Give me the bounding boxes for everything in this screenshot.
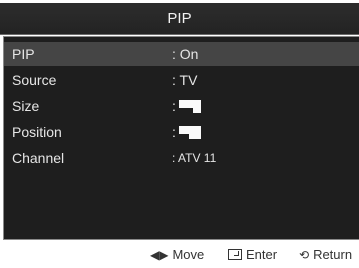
menu-item-source[interactable]: Source : TV [4, 68, 359, 92]
menu-item-value: : [172, 124, 176, 140]
menu-panel: PIP : On Source : TV Size : Position : C… [3, 36, 359, 240]
return-hint: ⟲ Return [299, 247, 353, 262]
menu-item-channel[interactable]: Channel : ATV 11 [4, 146, 359, 170]
pip-position-icon [179, 126, 201, 139]
menu-item-label: Channel [12, 150, 65, 166]
menu-title: PIP [0, 3, 359, 35]
pip-size-icon [179, 100, 201, 113]
menu-item-label: Source [12, 72, 57, 88]
return-icon: ⟲ [299, 248, 310, 262]
menu-item-label: Size [12, 98, 40, 114]
menu-item-value: : ATV 11 [172, 151, 217, 165]
menu-item-value: : On [172, 46, 199, 62]
pip-osd-menu: PIP PIP : On Source : TV Size : Position… [0, 0, 359, 268]
menu-item-label: Position [12, 124, 62, 140]
menu-item-size[interactable]: Size : [4, 94, 359, 118]
enter-icon [228, 249, 242, 260]
menu-item-value: : TV [172, 72, 198, 88]
help-bar: ◀▶ Move Enter ⟲ Return [0, 243, 359, 268]
left-right-arrows-icon: ◀▶ [150, 248, 169, 262]
menu-item-position[interactable]: Position : [4, 120, 359, 144]
menu-item-pip[interactable]: PIP : On [4, 42, 359, 66]
enter-hint: Enter [228, 247, 277, 262]
menu-item-label: PIP [12, 46, 35, 62]
move-hint: ◀▶ Move [150, 247, 205, 262]
menu-item-value: : [172, 98, 176, 114]
